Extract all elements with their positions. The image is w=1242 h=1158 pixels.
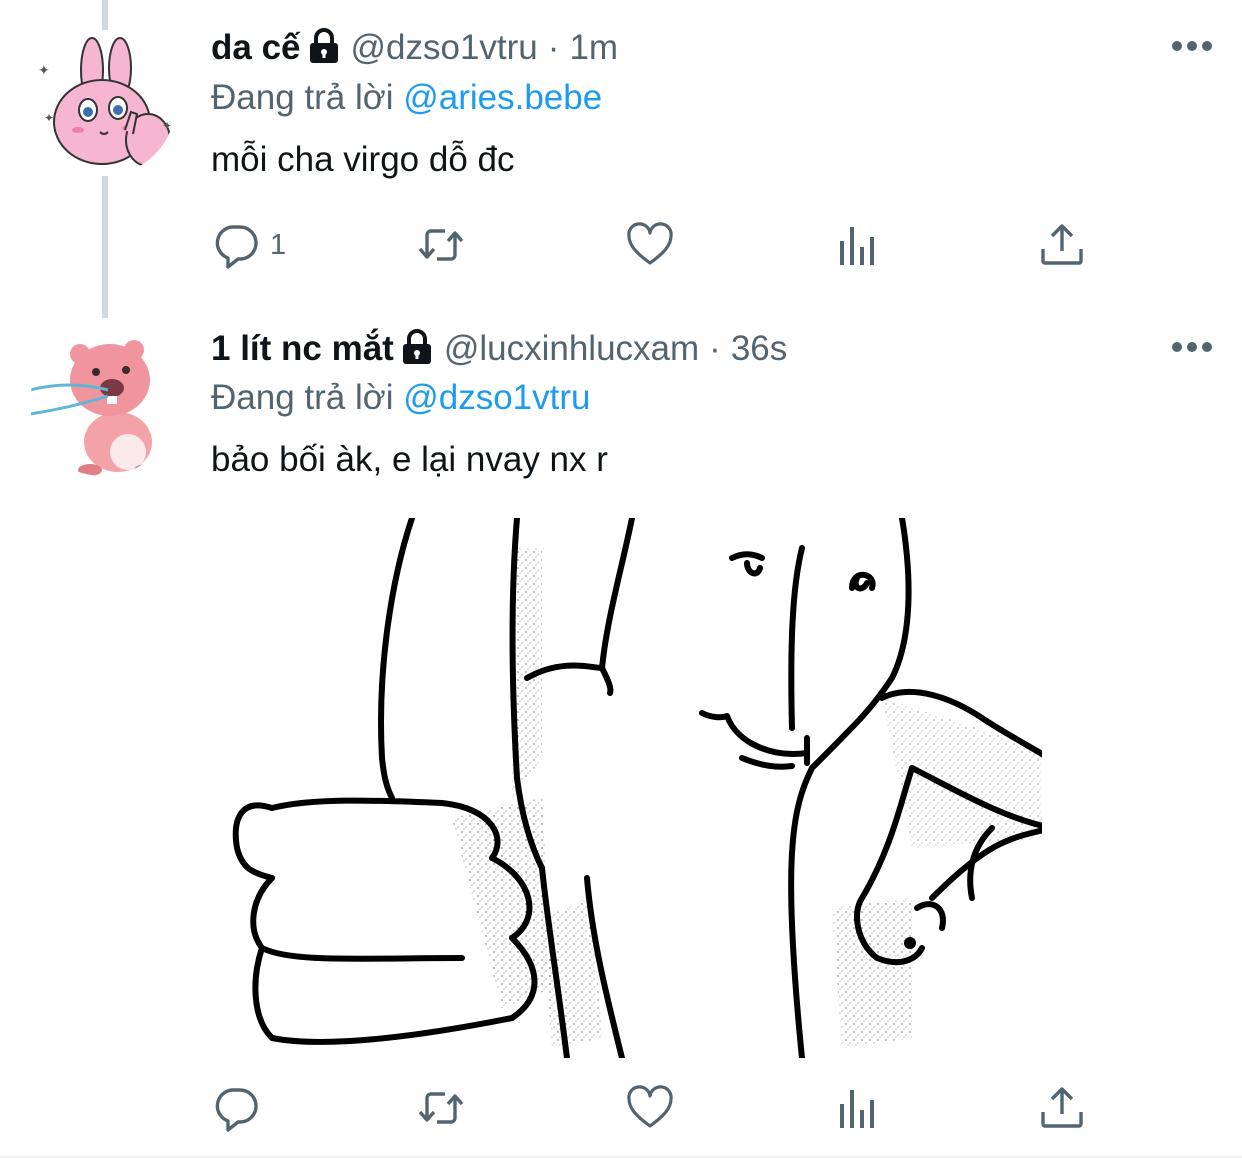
share-upload-icon (1041, 1087, 1083, 1128)
retweet-icon (418, 229, 464, 261)
reply-target-link[interactable]: @dzso1vtru (403, 378, 590, 417)
tweet-text: bảo bối àk, e lại nvay nx r (211, 440, 608, 479)
reply-prefix: Đang trả lời (211, 78, 394, 117)
bar-chart-icon (840, 227, 874, 265)
share-upload-icon (1041, 224, 1083, 265)
like-button[interactable] (626, 220, 674, 270)
more-dots-icon[interactable] (1172, 341, 1212, 353)
retweet-button[interactable] (417, 220, 465, 270)
reply-bubble-icon (215, 225, 258, 269)
views-button[interactable] (834, 1083, 882, 1133)
pink-beaver-avatar-icon (30, 330, 176, 476)
reply-bubble-icon (215, 1088, 258, 1132)
timestamp[interactable]: 1m (569, 28, 618, 68)
lock-icon (307, 28, 341, 64)
separator-dot: · (547, 28, 560, 67)
share-button[interactable] (1038, 1083, 1086, 1133)
replying-to: Đang trả lời @aries.bebe (211, 78, 602, 118)
reply-target-link[interactable]: @aries.bebe (403, 78, 602, 117)
heart-icon (627, 1085, 673, 1128)
reply-button[interactable]: 1 (212, 220, 286, 270)
views-button[interactable] (834, 220, 882, 270)
pink-bunny-avatar-icon: ✦ ✦ ✦ (30, 30, 176, 176)
share-button[interactable] (1038, 220, 1086, 270)
heart-icon (627, 222, 673, 265)
avatar[interactable] (30, 330, 176, 476)
user-handle[interactable]: @dzso1vtru (351, 28, 538, 68)
retweet-icon (418, 1092, 464, 1124)
retweet-button[interactable] (417, 1083, 465, 1133)
more-dots-icon[interactable] (1172, 40, 1212, 52)
reply-count: 1 (270, 228, 287, 261)
tweet-text: mỗi cha virgo dỗ đc (211, 140, 515, 179)
display-name[interactable]: 1 lít nc mắt (211, 329, 394, 369)
lock-icon (400, 329, 434, 365)
svg-text:✦: ✦ (44, 111, 54, 125)
separator-dot: · (709, 329, 721, 368)
replying-to: Đang trả lời @dzso1vtru (211, 378, 590, 418)
tweet-actions (212, 1083, 1092, 1133)
display-name[interactable]: da cế (211, 28, 301, 68)
like-button[interactable] (626, 1083, 674, 1133)
tweet-media-image[interactable] (212, 518, 1042, 1058)
avatar[interactable]: ✦ ✦ ✦ (30, 30, 176, 176)
timestamp[interactable]: 36s (731, 329, 787, 369)
tweet-actions: 1 (212, 220, 1092, 270)
hand-drawn-thumbs-up-meme-image (212, 518, 1042, 1058)
bar-chart-icon (840, 1090, 874, 1128)
user-handle[interactable]: @lucxinhlucxam (444, 329, 699, 369)
reply-button[interactable] (212, 1083, 270, 1133)
svg-text:✦: ✦ (162, 119, 172, 133)
reply-prefix: Đang trả lời (211, 378, 394, 417)
svg-text:✦: ✦ (38, 62, 50, 78)
